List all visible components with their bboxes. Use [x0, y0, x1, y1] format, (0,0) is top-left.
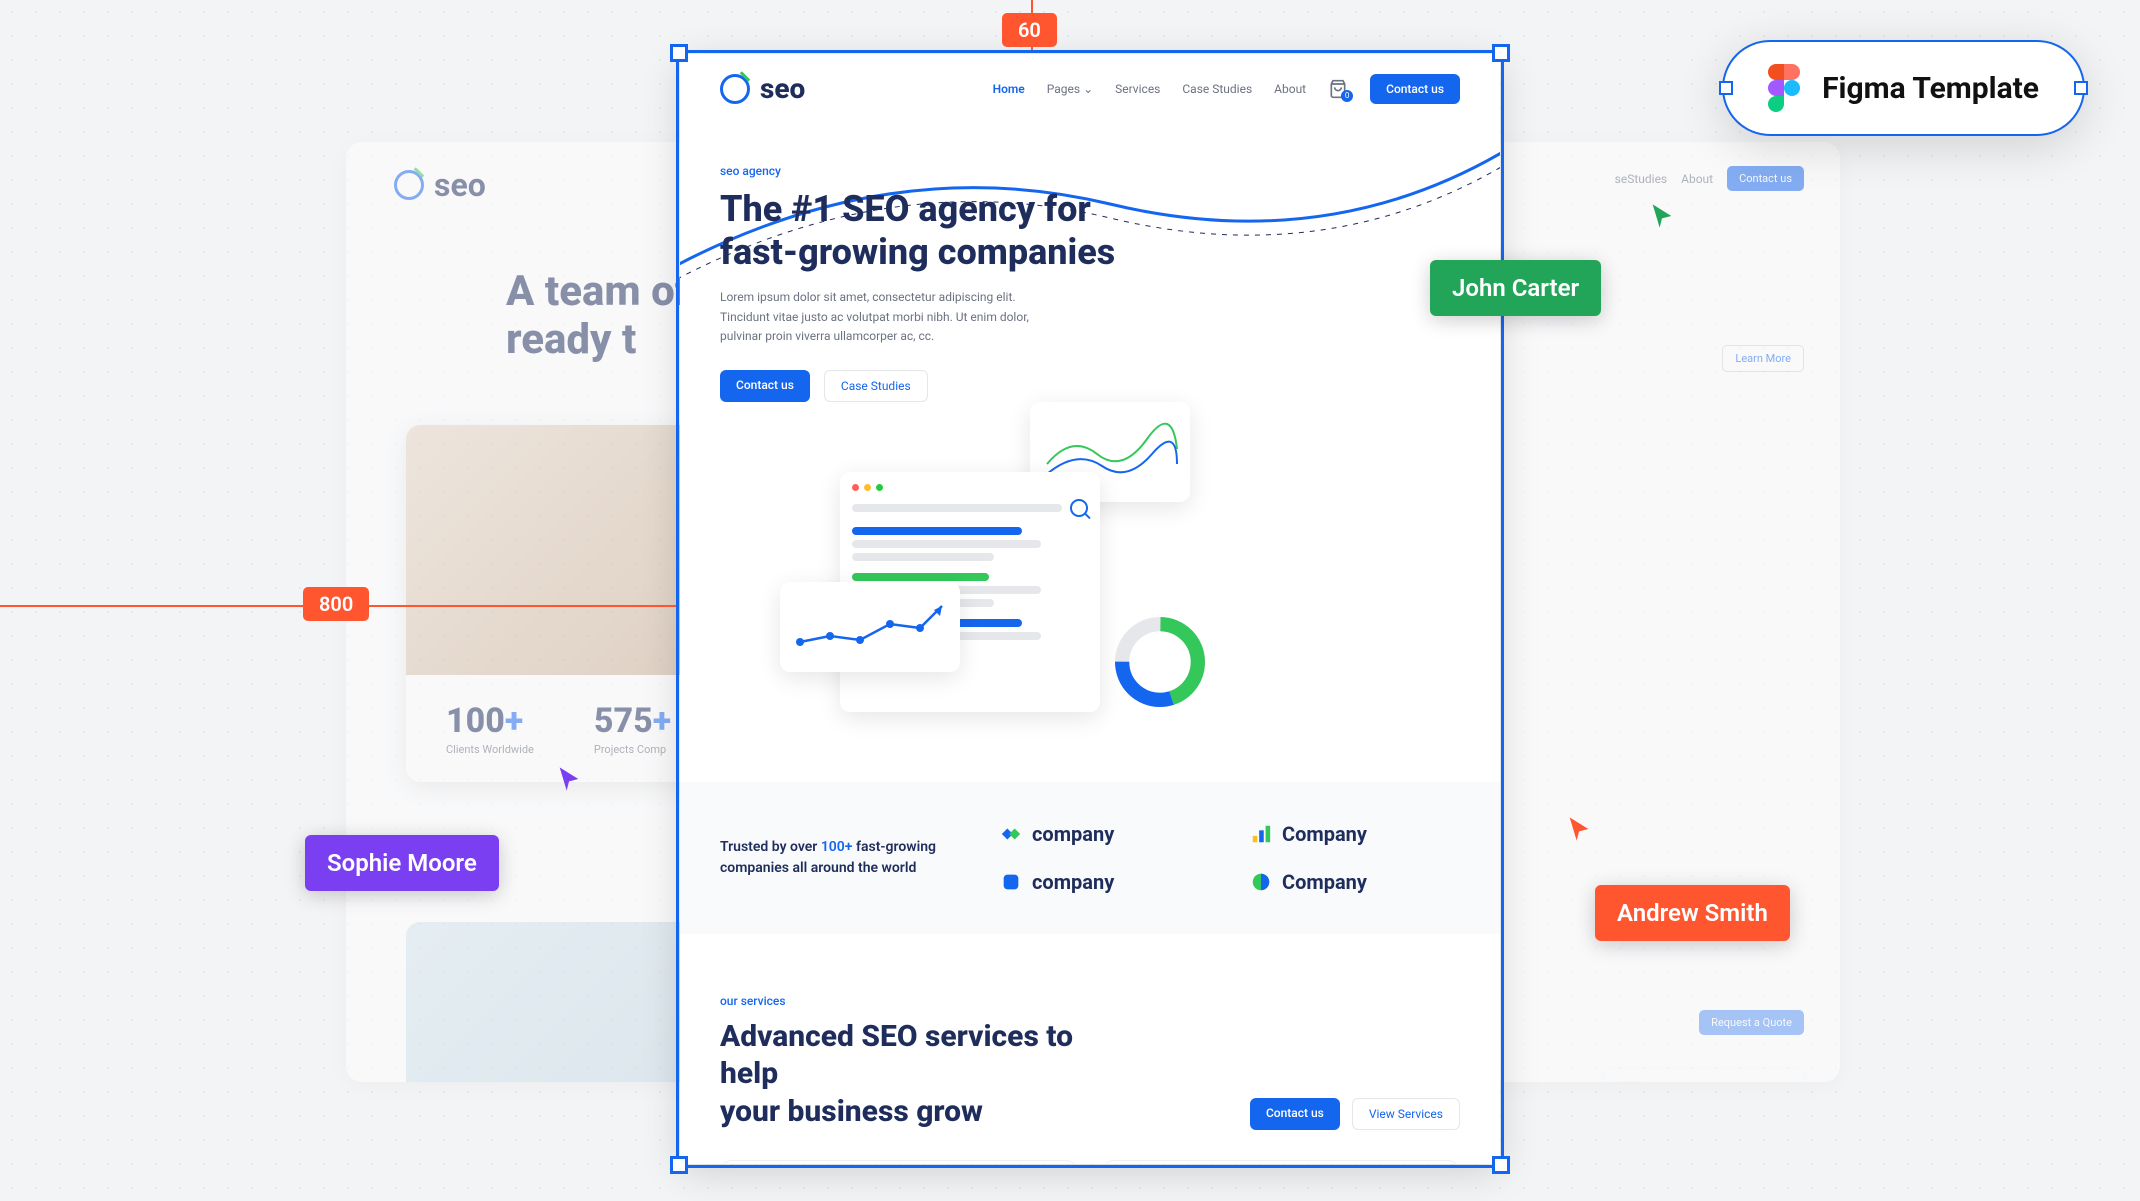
donut-chart-icon	[1110, 612, 1210, 712]
service-card-keyword[interactable]: Keyword Research Lorem ipsum dolor sit a…	[720, 1160, 1078, 1164]
services-contact-button[interactable]: Contact us	[1250, 1098, 1340, 1130]
nav-home[interactable]: Home	[993, 82, 1025, 96]
hero-illustration	[740, 412, 1220, 732]
frame-nav: Home Pages ⌄ Services Case Studies About…	[993, 74, 1460, 104]
bg-learn-more: Learn More	[1722, 345, 1804, 372]
hero-heading: The #1 SEO agency forfast-growing compan…	[720, 188, 1120, 274]
nav-about[interactable]: About	[1274, 82, 1306, 96]
bg-r-nav-1: seStudies	[1615, 172, 1667, 186]
company-logo-2: Company	[1250, 822, 1460, 846]
nav-case-studies[interactable]: Case Studies	[1182, 82, 1252, 96]
figma-canvas[interactable]: seo Home Pages A team of techready t 100…	[0, 0, 2140, 1201]
services-eyebrow: our services	[720, 994, 1460, 1008]
measurement-top: 60	[1002, 13, 1057, 47]
cursor-pointer-icon	[1648, 202, 1676, 230]
bg-logo: seo	[394, 166, 486, 204]
bg-stat-1-lbl: Clients Worldwide	[446, 743, 534, 756]
trusted-text: Trusted by over 100+ fast-growing compan…	[720, 837, 960, 879]
nav-services[interactable]: Services	[1115, 82, 1160, 96]
bg-stat-2-num: 575	[594, 701, 653, 741]
figma-template-pill[interactable]: Figma Template	[1722, 40, 2085, 136]
search-icon	[1070, 499, 1088, 517]
measurement-left: 800	[303, 587, 369, 621]
cursor-pointer-icon	[555, 765, 583, 793]
bg-stat-2-lbl: Projects Comp	[594, 743, 671, 756]
cart-badge: 0	[1341, 90, 1353, 102]
multiplayer-cursor-john: John Carter	[1430, 260, 1601, 316]
hero-body-text: Lorem ipsum dolor sit amet, consectetur …	[720, 288, 1030, 346]
frame-header: seo Home Pages ⌄ Services Case Studies A…	[680, 54, 1500, 124]
company-logo-4: Company	[1250, 870, 1460, 894]
logo-mark-icon	[720, 74, 750, 104]
multiplayer-cursor-sophie: Sophie Moore	[305, 835, 499, 891]
bg-stat-1-num: 100	[446, 701, 505, 741]
bg-request-quote: Request a Quote	[1699, 1010, 1804, 1035]
frame-logo[interactable]: seo	[720, 72, 805, 105]
cursor-label-sophie: Sophie Moore	[305, 835, 499, 891]
view-services-button[interactable]: View Services	[1352, 1098, 1460, 1130]
nav-pages[interactable]: Pages ⌄	[1047, 82, 1093, 96]
bg-r-contact: Contact us	[1727, 166, 1804, 191]
frame-logo-text: seo	[760, 72, 805, 105]
cursor-pointer-icon	[1565, 815, 1593, 843]
trend-panel	[780, 582, 960, 672]
company-logo-1: company	[1000, 822, 1210, 846]
cursor-label-john: John Carter	[1430, 260, 1601, 316]
services-heading: Advanced SEO services to helpyour busine…	[720, 1018, 1100, 1131]
hero-section: seo agency The #1 SEO agency forfast-gro…	[680, 124, 1500, 782]
figma-pill-label: Figma Template	[1822, 71, 2039, 106]
hero-case-studies-button[interactable]: Case Studies	[824, 370, 928, 402]
services-section: our services Advanced SEO services to he…	[680, 934, 1500, 1164]
cart-icon[interactable]: 0	[1328, 79, 1348, 99]
company-logo-3: company	[1000, 870, 1210, 894]
multiplayer-cursor-andrew: Andrew Smith	[1595, 885, 1790, 941]
trusted-section: Trusted by over 100+ fast-growing compan…	[680, 782, 1500, 934]
figma-logo-icon	[1768, 64, 1800, 112]
logo-mark-icon	[394, 170, 424, 200]
cursor-label-andrew: Andrew Smith	[1595, 885, 1790, 941]
bg-r-nav-2: About	[1681, 172, 1713, 186]
hero-eyebrow: seo agency	[720, 164, 1460, 178]
service-card-optimization[interactable]: Website Optimization Lorem ipsum dolor s…	[1102, 1160, 1460, 1164]
selected-frame[interactable]: seo Home Pages ⌄ Services Case Studies A…	[680, 54, 1500, 1164]
contact-button[interactable]: Contact us	[1370, 74, 1460, 104]
hero-contact-button[interactable]: Contact us	[720, 370, 810, 402]
bg-logo-text: seo	[434, 166, 486, 204]
chevron-down-icon: ⌄	[1083, 82, 1093, 96]
